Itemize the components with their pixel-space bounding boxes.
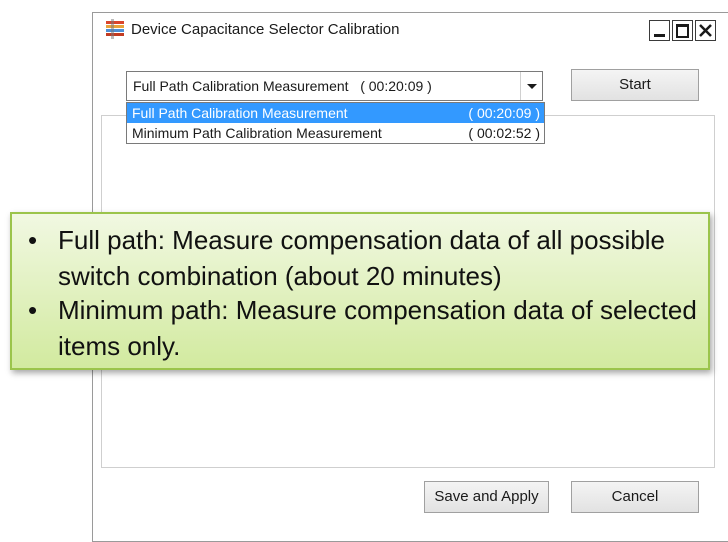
cancel-button[interactable]: Cancel bbox=[571, 481, 699, 513]
explanation-callout: • Full path: Measure compensation data o… bbox=[10, 212, 710, 370]
window-title: Device Capacitance Selector Calibration bbox=[131, 21, 400, 38]
option-time: ( 00:20:09 ) bbox=[468, 105, 540, 121]
option-label: Full Path Calibration Measurement bbox=[132, 105, 348, 121]
minimize-button[interactable] bbox=[649, 20, 670, 41]
close-button[interactable] bbox=[695, 20, 716, 41]
device-app-icon bbox=[105, 19, 127, 39]
save-and-apply-button[interactable]: Save and Apply bbox=[424, 481, 549, 513]
combo-selected-time: ( 00:20:09 ) bbox=[360, 78, 432, 94]
calibration-type-select[interactable]: Full Path Calibration Measurement ( 00:2… bbox=[126, 71, 543, 101]
title-bar[interactable]: Device Capacitance Selector Calibration bbox=[101, 13, 728, 46]
chevron-down-icon[interactable] bbox=[520, 72, 542, 100]
dropdown-option-full-path[interactable]: Full Path Calibration Measurement ( 00:2… bbox=[127, 103, 544, 123]
combo-selected-label: Full Path Calibration Measurement bbox=[133, 78, 349, 94]
option-label: Minimum Path Calibration Measurement bbox=[132, 125, 382, 141]
dropdown-option-minimum-path[interactable]: Minimum Path Calibration Measurement ( 0… bbox=[127, 123, 544, 143]
maximize-button[interactable] bbox=[672, 20, 693, 41]
calibration-type-dropdown: Full Path Calibration Measurement ( 00:2… bbox=[126, 102, 545, 144]
option-time: ( 00:02:52 ) bbox=[468, 125, 540, 141]
start-button[interactable]: Start bbox=[571, 69, 699, 101]
callout-text: Minimum path: Measure compensation data … bbox=[58, 295, 697, 361]
close-icon bbox=[699, 24, 712, 37]
combo-selected-text: Full Path Calibration Measurement ( 00:2… bbox=[133, 78, 432, 94]
callout-text: Full path: Measure compensation data of … bbox=[58, 225, 666, 291]
bullet-icon: • bbox=[28, 225, 38, 255]
bullet-icon: • bbox=[28, 295, 38, 325]
